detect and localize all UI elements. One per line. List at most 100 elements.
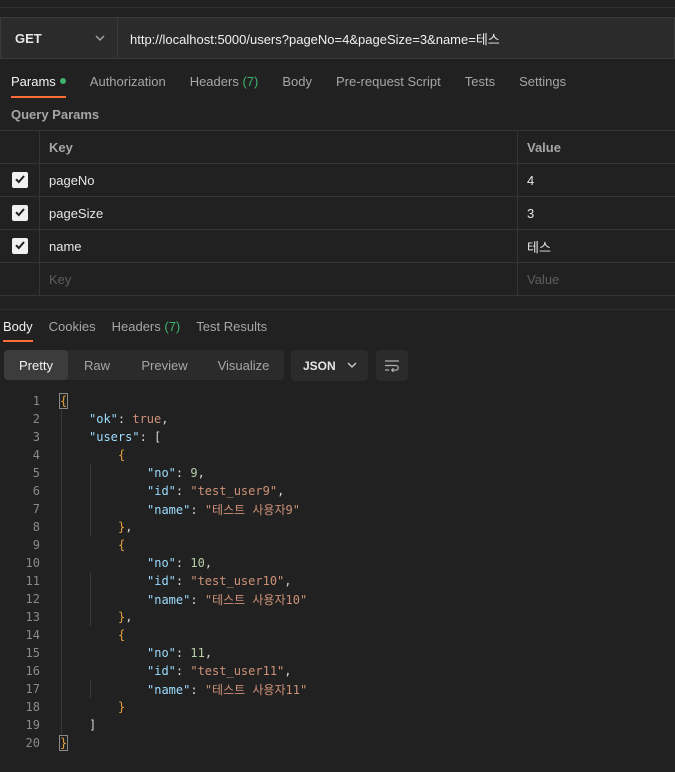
method-selector[interactable]: GET bbox=[0, 17, 117, 59]
code-token: } bbox=[58, 735, 69, 751]
code-token: { bbox=[58, 393, 69, 409]
tab-params[interactable]: Params bbox=[11, 70, 66, 98]
param-key-cell[interactable]: pageNo bbox=[40, 164, 518, 196]
code-token: 10 bbox=[190, 556, 205, 570]
code-line: 13}, bbox=[0, 608, 675, 626]
line-number: 19 bbox=[25, 718, 40, 732]
code-token: , bbox=[277, 484, 285, 498]
new-param-row: Key Value bbox=[0, 263, 675, 296]
tab-pre-request-script[interactable]: Pre-request Script bbox=[336, 70, 441, 98]
response-tab-cookies[interactable]: Cookies bbox=[49, 318, 96, 342]
code-token: ] bbox=[89, 718, 97, 732]
tab-authorization[interactable]: Authorization bbox=[90, 70, 166, 98]
code-text: ] bbox=[40, 718, 96, 732]
code-text: "id": "test_user11", bbox=[40, 664, 292, 678]
section-divider bbox=[0, 309, 675, 310]
tab-label: Body bbox=[282, 74, 312, 89]
response-tab-headers[interactable]: Headers (7) bbox=[112, 318, 181, 342]
code-line: 10 "no": 10, bbox=[0, 554, 675, 572]
wrap-lines-button[interactable] bbox=[376, 350, 408, 381]
code-text: "name": "테스트 사용자11" bbox=[40, 681, 307, 698]
code-text: "id": "test_user9", bbox=[40, 484, 284, 498]
format-visualize-button[interactable]: Visualize bbox=[203, 350, 284, 380]
format-raw-button[interactable]: Raw bbox=[68, 350, 126, 380]
code-line: 2 "ok": true, bbox=[0, 410, 675, 428]
tab-label: Params bbox=[11, 74, 56, 89]
code-text: { bbox=[40, 393, 69, 409]
param-checkbox[interactable] bbox=[11, 205, 28, 221]
code-token: { bbox=[118, 448, 126, 462]
query-params-table: Key Value pageNo 4 pageSize 3 name 테스 Key Value bbox=[0, 130, 675, 296]
line-number: 18 bbox=[25, 700, 40, 714]
code-token: : bbox=[190, 502, 205, 517]
line-number: 3 bbox=[32, 430, 40, 444]
url-input[interactable]: http://localhost:5000/users?pageNo=4&pag… bbox=[117, 17, 675, 59]
param-key-cell[interactable]: pageSize bbox=[40, 197, 518, 229]
code-text: "name": "테스트 사용자10" bbox=[40, 591, 307, 608]
request-url-bar: GET http://localhost:5000/users?pageNo=4… bbox=[0, 17, 675, 59]
format-button-group: Pretty Raw Preview Visualize bbox=[4, 350, 284, 380]
code-token: : bbox=[190, 592, 205, 607]
code-token: : bbox=[117, 412, 133, 426]
language-selector[interactable]: JSON bbox=[291, 350, 368, 381]
code-line: 9{ bbox=[0, 536, 675, 554]
code-token: "id" bbox=[147, 664, 176, 678]
table-row: pageNo 4 bbox=[0, 164, 675, 197]
code-token: , bbox=[125, 520, 133, 534]
code-text: "no": 10, bbox=[40, 556, 212, 570]
tab-label: Headers bbox=[189, 74, 239, 89]
new-key-input[interactable]: Key bbox=[40, 263, 518, 295]
code-token: : bbox=[175, 556, 191, 570]
code-token: : bbox=[175, 646, 191, 660]
code-token: { bbox=[118, 628, 126, 642]
line-number: 5 bbox=[32, 466, 40, 480]
code-token: "no" bbox=[147, 556, 176, 570]
response-body-viewer[interactable]: 1{2 "ok": true, 3 "users": [4{5 "no": 9, 6 "id… bbox=[0, 392, 675, 752]
code-text: } bbox=[40, 735, 69, 751]
key-column-header: Key bbox=[40, 131, 518, 163]
check-icon bbox=[14, 239, 26, 254]
new-value-input[interactable]: Value bbox=[518, 263, 675, 295]
table-row: pageSize 3 bbox=[0, 197, 675, 230]
line-number: 4 bbox=[32, 448, 40, 462]
code-token: "id" bbox=[147, 484, 176, 498]
code-token: "name" bbox=[147, 592, 191, 607]
code-text: "id": "test_user10", bbox=[40, 574, 292, 588]
code-line: 8}, bbox=[0, 518, 675, 536]
param-checkbox[interactable] bbox=[11, 238, 28, 254]
code-text: "no": 11, bbox=[40, 646, 212, 660]
param-key-cell[interactable]: name bbox=[40, 230, 518, 262]
indent-guide bbox=[90, 464, 91, 536]
param-checkbox[interactable] bbox=[11, 172, 28, 188]
code-token: "test_user10" bbox=[190, 574, 285, 588]
code-line: 14 { bbox=[0, 626, 675, 644]
tab-tests[interactable]: Tests bbox=[465, 70, 495, 98]
format-preview-button[interactable]: Preview bbox=[126, 350, 203, 380]
line-number: 13 bbox=[25, 610, 40, 624]
param-value-cell[interactable]: 4 bbox=[518, 164, 675, 196]
code-token: "test_user11" bbox=[190, 664, 285, 678]
code-token: , bbox=[125, 610, 133, 624]
tab-body[interactable]: Body bbox=[282, 70, 312, 98]
wrap-lines-icon bbox=[385, 359, 399, 372]
response-tab-test-results[interactable]: Test Results bbox=[196, 318, 267, 342]
line-number: 17 bbox=[25, 682, 40, 696]
tab-label: Tests bbox=[464, 74, 496, 89]
code-text: }, bbox=[40, 610, 132, 624]
value-column-header: Value bbox=[527, 139, 561, 155]
code-token: , bbox=[197, 466, 205, 480]
table-row: name 테스 bbox=[0, 230, 675, 263]
line-number: 10 bbox=[25, 556, 40, 570]
format-pretty-button[interactable]: Pretty bbox=[4, 350, 68, 380]
indent-guide bbox=[61, 410, 62, 734]
code-text: "name": "테스트 사용자9" bbox=[40, 501, 300, 518]
code-line: 17 "name": "테스트 사용자11" bbox=[0, 680, 675, 698]
code-text: { bbox=[40, 448, 125, 462]
param-value-cell[interactable]: 3 bbox=[518, 197, 675, 229]
tab-headers[interactable]: Headers (7) bbox=[190, 70, 259, 98]
code-token: "name" bbox=[147, 682, 191, 697]
tab-settings[interactable]: Settings bbox=[519, 70, 566, 98]
response-tab-body[interactable]: Body bbox=[3, 318, 33, 342]
param-value-cell[interactable]: 테스 bbox=[518, 230, 675, 262]
tab-count: (7) bbox=[164, 319, 181, 334]
